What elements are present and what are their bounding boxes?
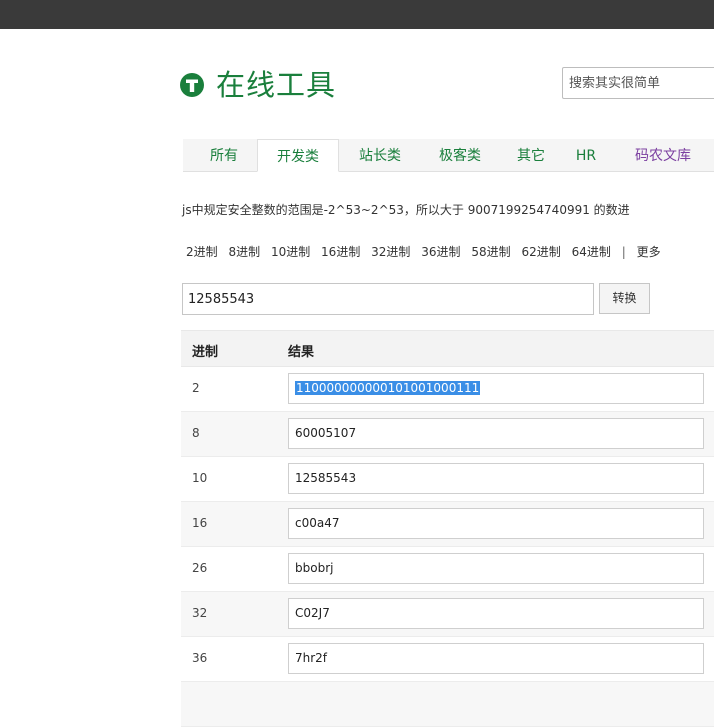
base-link-58[interactable]: 58进制	[471, 245, 510, 259]
base-link-64[interactable]: 64进制	[572, 245, 611, 259]
row-base: 16	[192, 516, 208, 530]
tab-hr[interactable]: HR	[571, 139, 601, 171]
table-row: 36 7hr2f	[181, 637, 714, 682]
description-text: js中规定安全整数的范围是-2^53~2^53，所以大于 90071992547…	[182, 203, 630, 217]
base-link-2[interactable]: 2进制	[186, 245, 218, 259]
row-base: 10	[192, 471, 208, 485]
row-base: 8	[192, 426, 200, 440]
result-field[interactable]: 12585543	[288, 463, 704, 494]
site-title: 在线工具	[216, 68, 337, 102]
site-logo[interactable]: 在线工具	[180, 66, 336, 104]
table-row: 2 110000000000101001000111	[181, 367, 714, 412]
table-row: 8 60005107	[181, 412, 714, 457]
base-link-36[interactable]: 36进制	[421, 245, 460, 259]
result-field[interactable]: C02J7	[288, 598, 704, 629]
tool-logo-icon	[180, 73, 204, 97]
tab-webmaster[interactable]: 站长类	[349, 139, 411, 171]
tab-coder-library[interactable]: 码农文库	[623, 139, 703, 171]
row-base: 26	[192, 561, 208, 575]
row-base: 36	[192, 651, 208, 665]
convert-button[interactable]: 转换	[599, 283, 650, 314]
table-row: 10 12585543	[181, 457, 714, 502]
table-row: 26 bbobrj	[181, 547, 714, 592]
result-field[interactable]: 7hr2f	[288, 643, 704, 674]
link-separator: |	[621, 245, 626, 259]
tab-dev[interactable]: 开发类	[257, 139, 339, 172]
base-link-62[interactable]: 62进制	[521, 245, 560, 259]
header-result: 结果	[288, 345, 315, 360]
row-base: 32	[192, 606, 208, 620]
result-field[interactable]: 60005107	[288, 418, 704, 449]
base-link-16[interactable]: 16进制	[321, 245, 360, 259]
table-row: 32 C02J7	[181, 592, 714, 637]
tab-other[interactable]: 其它	[509, 139, 553, 171]
base-links: 2进制 8进制 10进制 16进制 32进制 36进制 58进制 62进制 64…	[186, 243, 668, 260]
table-header: 进制 结果	[181, 330, 714, 367]
category-nav: 所有 开发类 站长类 极客类 其它 HR 码农文库	[183, 139, 714, 172]
header-base: 进制	[192, 345, 219, 360]
result-field[interactable]: 110000000000101001000111	[288, 373, 704, 404]
result-field[interactable]: c00a47	[288, 508, 704, 539]
top-bar	[0, 0, 714, 29]
base-link-10[interactable]: 10进制	[271, 245, 310, 259]
base-link-8[interactable]: 8进制	[228, 245, 260, 259]
search-input[interactable]	[562, 67, 714, 99]
more-link[interactable]: 更多	[637, 245, 661, 259]
row-base: 2	[192, 381, 200, 395]
base-link-32[interactable]: 32进制	[371, 245, 410, 259]
table-row: 16 c00a47	[181, 502, 714, 547]
selected-result-text[interactable]: 110000000000101001000111	[295, 381, 481, 395]
tab-all[interactable]: 所有	[195, 139, 253, 171]
tab-geek[interactable]: 极客类	[429, 139, 491, 171]
result-field[interactable]: bbobrj	[288, 553, 704, 584]
result-table: 进制 结果 2 110000000000101001000111 8 60005…	[181, 330, 714, 727]
table-row	[181, 682, 714, 727]
number-input[interactable]	[182, 283, 594, 315]
